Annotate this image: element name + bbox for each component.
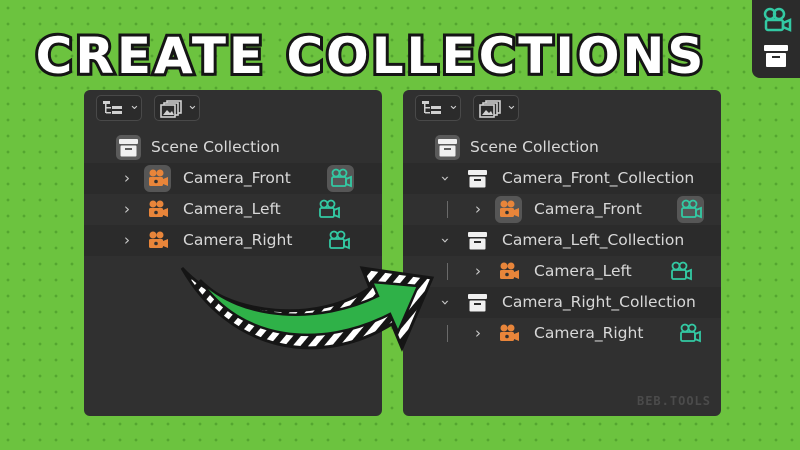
collection-box-icon — [468, 170, 487, 188]
image-stack-icon — [160, 100, 182, 118]
outliner-tree-icon — [422, 101, 441, 114]
collection-box-icon — [438, 139, 457, 157]
camera-data-icon[interactable] — [680, 198, 702, 220]
outliner-row-camera-left-collection[interactable]: › Camera_Left_Collection — [403, 225, 721, 256]
collection-box-icon — [468, 232, 487, 250]
chevron-down-icon: ⌄ — [448, 98, 459, 113]
filter-dropdown[interactable]: ⌄ — [154, 95, 200, 121]
camera-object-icon — [149, 169, 168, 186]
camera-data-icon[interactable] — [670, 260, 692, 282]
camera-data-icon[interactable] — [679, 322, 701, 344]
camera-data-icon — [763, 7, 792, 32]
chevron-right-icon[interactable]: › — [475, 256, 481, 287]
outliner-header: ⌄ ⌄ — [84, 90, 382, 128]
scene-collection-row[interactable]: Scene Collection — [84, 132, 382, 163]
camera-object-icon — [500, 324, 519, 341]
outliner-row-camera-front[interactable]: › Camera_Front — [84, 163, 382, 194]
chevron-down-icon: ⌄ — [129, 98, 140, 113]
tree-line — [447, 325, 448, 342]
display-mode-dropdown[interactable]: ⌄ — [96, 95, 142, 121]
chevron-down-icon[interactable]: › — [430, 176, 461, 182]
outliner-header: ⌄ ⌄ — [403, 90, 721, 128]
collection-box-icon — [468, 294, 487, 312]
watermark: BEB.TOOLS — [636, 394, 711, 408]
chevron-right-icon[interactable]: › — [475, 194, 481, 225]
scene-collection-label: Scene Collection — [151, 138, 280, 156]
outliner-panel-after: ⌄ ⌄ Scene Collection › Camera_Front_Coll… — [403, 90, 721, 416]
chevron-right-icon[interactable]: › — [124, 163, 130, 194]
camera-object-icon — [149, 231, 168, 248]
scene-collection-row[interactable]: Scene Collection — [403, 132, 721, 163]
outliner-row-camera-right[interactable]: › Camera_Right — [403, 318, 721, 349]
camera-left-label: Camera_Left — [534, 262, 632, 280]
outliner-row-camera-right-collection[interactable]: › Camera_Right_Collection — [403, 287, 721, 318]
camera-front-collection-label: Camera_Front_Collection — [502, 169, 695, 187]
outliner-row-camera-left[interactable]: › Camera_Left — [84, 194, 382, 225]
camera-left-collection-label: Camera_Left_Collection — [502, 231, 685, 249]
tree-line — [447, 263, 448, 280]
display-mode-dropdown[interactable]: ⌄ — [415, 95, 461, 121]
chevron-right-icon[interactable]: › — [124, 194, 130, 225]
camera-object-icon — [500, 200, 519, 217]
chevron-down-icon: ⌄ — [506, 98, 517, 113]
camera-right-label: Camera_Right — [534, 324, 644, 342]
outliner-tree-icon — [103, 101, 122, 114]
banner-title: CREATE COLLECTIONS — [33, 24, 707, 88]
filter-dropdown[interactable]: ⌄ — [473, 95, 519, 121]
outliner-row-camera-left[interactable]: › Camera_Left — [403, 256, 721, 287]
image-stack-icon — [479, 100, 501, 118]
camera-left-label: Camera_Left — [183, 200, 281, 218]
camera-object-icon — [149, 200, 168, 217]
chevron-down-icon: ⌄ — [187, 98, 198, 113]
curved-arrow-icon — [180, 266, 435, 352]
camera-data-icon[interactable] — [318, 198, 340, 220]
camera-right-collection-label: Camera_Right_Collection — [502, 293, 696, 311]
outliner-row-camera-front[interactable]: › Camera_Front — [403, 194, 721, 225]
camera-data-icon[interactable] — [330, 167, 352, 189]
camera-front-label: Camera_Front — [183, 169, 291, 187]
camera-object-icon — [500, 262, 519, 279]
collection-box-icon — [764, 45, 788, 67]
collection-box-icon — [119, 139, 138, 157]
corner-badge — [752, 0, 800, 78]
outliner-row-camera-front-collection[interactable]: › Camera_Front_Collection — [403, 163, 721, 194]
chevron-right-icon[interactable]: › — [475, 318, 481, 349]
chevron-right-icon[interactable]: › — [124, 225, 130, 256]
tree-line — [447, 201, 448, 218]
camera-front-label: Camera_Front — [534, 200, 642, 218]
scene-collection-label: Scene Collection — [470, 138, 599, 156]
